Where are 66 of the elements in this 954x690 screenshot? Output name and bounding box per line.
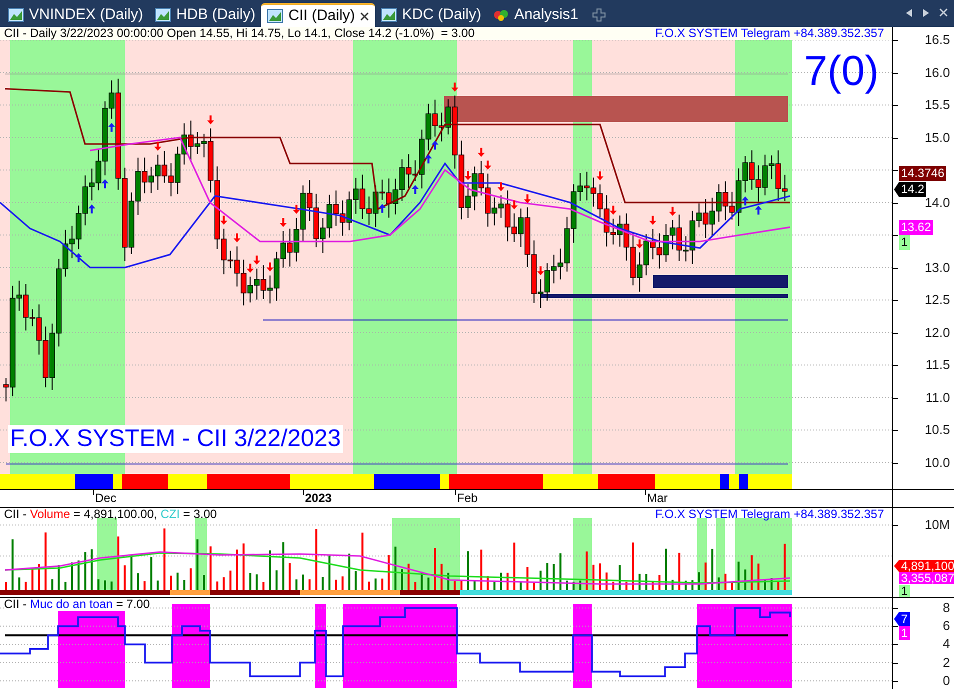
axis-label: 10.5	[924, 423, 950, 437]
sell-arrow-icon	[451, 82, 458, 92]
axis-label: 13.0	[924, 260, 950, 274]
buy-arrow-icon	[102, 179, 108, 188]
price-tag: 14.3746	[899, 166, 946, 181]
buy-arrow-icon	[108, 122, 116, 132]
axis-label: 11.5	[926, 358, 950, 372]
panel-header-text: CII - Volume = 4,891,100.00, CZI = 3.00	[4, 508, 217, 521]
scroll-right-icon[interactable]	[922, 8, 931, 18]
price-tag: 1	[899, 235, 910, 250]
panel-header-text: CII - Muc do an toan = 7.00	[4, 598, 150, 611]
sell-arrow-icon	[636, 239, 644, 248]
chart-caption: F.O.X SYSTEM - CII 3/22/2023	[8, 425, 343, 453]
sell-arrow-icon	[649, 216, 656, 225]
chart-icon	[155, 8, 172, 22]
buy-arrow-icon	[75, 253, 82, 262]
date-label: Feb	[457, 491, 478, 506]
sell-arrow-icon	[207, 115, 214, 124]
sell-arrow-icon	[537, 266, 544, 276]
brand-text: F.O.X SYSTEM Telegram +84.389.352.357	[655, 508, 884, 521]
price-tag: 13.62	[899, 220, 934, 235]
axis-label: 15.0	[924, 130, 950, 144]
buy-arrow-icon	[88, 204, 96, 214]
axis-label: 10M	[924, 518, 950, 532]
date-label: 2023	[305, 491, 332, 506]
chart-tab[interactable]: KDC (Daily)	[375, 3, 488, 27]
date-label: Mar	[647, 491, 668, 506]
axis-label: 11.0	[926, 390, 950, 404]
axis-label: 14.0	[924, 196, 950, 210]
axis-label: 4	[942, 637, 950, 652]
chart-tab[interactable]: Analysis1	[487, 3, 584, 27]
axis-label: 0	[942, 674, 950, 688]
scroll-left-icon[interactable]	[905, 8, 914, 18]
axis-label: 8	[942, 601, 950, 615]
chart-icon	[8, 8, 24, 22]
sell-arrow-icon	[464, 171, 472, 180]
buy-arrow-icon	[412, 185, 419, 194]
sell-arrow-icon	[596, 171, 604, 180]
axis-label: 15.5	[924, 98, 950, 112]
axis-label: 16.5	[924, 33, 950, 47]
sell-arrow-icon	[610, 206, 617, 215]
chart-header-text: CII - Daily 3/22/2023 00:00:00 Open 14.55, Hi 14.75, Lo 14.1, Close 14.2 (-1.0%) = 3.00	[4, 27, 475, 40]
buy-arrow-icon	[378, 204, 386, 213]
add-tab-icon[interactable]	[592, 8, 606, 22]
price-tag: 3,355,087	[899, 572, 954, 584]
date-label: Dec	[95, 491, 116, 506]
close-icon[interactable]	[939, 8, 948, 18]
axis-label: 10.0	[924, 456, 950, 470]
hearts-icon	[493, 8, 510, 22]
axis-label: 12.0	[924, 326, 950, 340]
axis-label: 6	[942, 619, 950, 634]
chart-icon	[267, 9, 284, 23]
axis-label: 2	[942, 656, 950, 670]
brand-text: F.O.X SYSTEM Telegram +84.389.352.357	[655, 27, 884, 40]
sell-arrow-icon	[669, 206, 676, 216]
sell-arrow-icon	[154, 142, 162, 151]
chart-tab[interactable]: VNINDEX (Daily)	[2, 3, 150, 27]
close-icon	[360, 12, 370, 20]
signal-count: 7(0)	[804, 47, 879, 95]
chart-tab[interactable]: CII (Daily)	[261, 3, 376, 27]
price-tag: 1	[899, 585, 910, 597]
price-tag: 1	[899, 626, 910, 640]
chart-icon	[381, 8, 398, 22]
axis-label: 16.0	[924, 66, 950, 80]
chart-tab[interactable]: HDB (Daily)	[149, 3, 262, 27]
axis-label: 12.5	[924, 293, 950, 307]
